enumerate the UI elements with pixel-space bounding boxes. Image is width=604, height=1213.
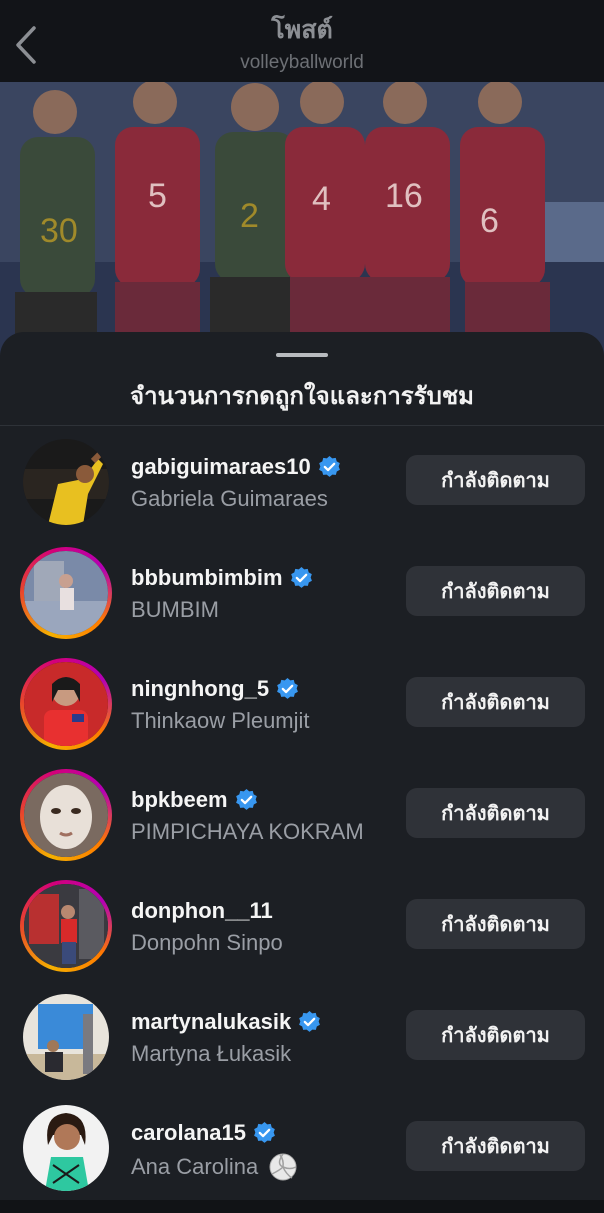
user-row[interactable]: ningnhong_5 Thinkaow Pleumjit กำลังติดตา… [0,658,604,769]
following-button[interactable]: กำลังติดตาม [406,1121,585,1171]
username[interactable]: gabiguimaraes10 [131,454,342,480]
full-name: Thinkaow Pleumjit [131,708,310,733]
full-name: Gabriela Guimaraes [131,486,328,511]
post-photo[interactable]: 30 5 2 4 16 6 [0,82,604,372]
user-row[interactable]: bpkbeem PIMPICHAYA KOKRAM กำลังติดตาม [0,769,604,880]
following-button[interactable]: กำลังติดตาม [406,899,585,949]
following-button[interactable]: กำลังติดตาม [406,566,585,616]
username[interactable]: ningnhong_5 [131,676,300,702]
full-name: BUMBIM [131,597,219,622]
full-name: Ana Carolina [131,1152,298,1182]
verified-badge-icon [277,677,299,699]
team-photo: 30 5 2 4 16 6 [0,82,604,372]
jersey-number: 16 [385,177,423,215]
username[interactable]: bbbumbimbim [131,565,314,591]
full-name: Donpohn Sinpo [131,930,283,955]
username[interactable]: martynalukasik [131,1009,322,1035]
volleyball-icon [269,1153,297,1181]
username[interactable]: donphon__11 [131,898,273,924]
user-row[interactable]: donphon__11 Donpohn Sinpo กำลังติดตาม [0,880,604,991]
username[interactable]: carolana15 [131,1120,277,1146]
user-row[interactable]: bbbumbimbim BUMBIM กำลังติดตาม [0,547,604,658]
avatar-photo [24,884,108,968]
user-row[interactable]: gabiguimaraes10 Gabriela Guimaraes กำลัง… [0,436,604,547]
avatar[interactable] [20,991,112,1083]
likes-sheet: จำนวนการกดถูกใจและการรับชม gabiguimaraes… [0,332,604,1200]
verified-badge-icon [235,788,257,810]
avatar-photo [24,662,108,746]
avatar-photo [23,1105,109,1191]
avatar[interactable] [20,658,112,750]
drag-handle[interactable] [276,353,328,357]
avatar-photo [23,439,109,525]
jersey-number: 4 [312,180,331,218]
jersey-number: 5 [148,177,167,215]
avatar-photo [24,773,108,857]
full-name: Martyna Łukasik [131,1041,292,1066]
jersey-number: 2 [240,197,259,235]
sheet-title: จำนวนการกดถูกใจและการรับชม [130,383,474,410]
avatar-photo [23,994,109,1080]
jersey-number: 30 [40,212,78,250]
avatar[interactable] [20,1102,112,1194]
top-bar: โพสต์ volleyballworld [0,0,604,82]
following-button[interactable]: กำลังติดตาม [406,788,585,838]
full-name: PIMPICHAYA KOKRAM [131,819,364,844]
user-row[interactable]: martynalukasik Martyna Łukasik กำลังติดต… [0,991,604,1102]
verified-badge-icon [290,566,312,588]
divider [0,425,604,426]
verified-badge-icon [254,1121,275,1143]
jersey-number: 6 [480,202,499,240]
avatar[interactable] [20,547,112,639]
following-button[interactable]: กำลังติดตาม [406,455,585,505]
user-row[interactable]: carolana15 Ana Carolina กำลังติดตาม [0,1102,604,1213]
avatar[interactable] [20,880,112,972]
avatar[interactable] [20,436,112,528]
username[interactable]: bpkbeem [131,787,259,813]
following-button[interactable]: กำลังติดตาม [406,1010,585,1060]
avatar-photo [24,551,108,635]
page-title: โพสต์ [271,16,333,44]
verified-badge-icon [299,1010,321,1032]
page-subtitle: volleyballworld [240,52,364,73]
verified-badge-icon [318,455,340,477]
avatar[interactable] [20,769,112,861]
following-button[interactable]: กำลังติดตาม [406,677,585,727]
